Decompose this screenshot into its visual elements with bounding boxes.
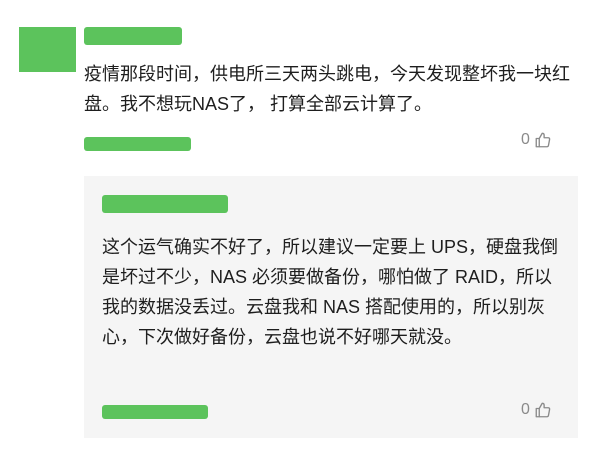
reply-meta <box>102 405 208 419</box>
reply-like-button[interactable]: 0 <box>521 401 552 419</box>
thumbs-up-icon <box>534 401 552 419</box>
thumbs-up-icon <box>534 131 552 149</box>
reply-username[interactable] <box>102 195 228 213</box>
reply-box: 这个运气确实不好了，所以建议一定要上 UPS，硬盘我倒是坏过不少，NAS 必须要… <box>84 176 578 438</box>
reply-text: 这个运气确实不好了，所以建议一定要上 UPS，硬盘我倒是坏过不少，NAS 必须要… <box>102 237 559 347</box>
comment-meta <box>84 137 191 151</box>
reply-like-count: 0 <box>521 401 530 418</box>
comment-like-count: 0 <box>521 131 530 148</box>
comment-username[interactable] <box>84 27 182 45</box>
comment-avatar[interactable] <box>19 27 76 72</box>
comment-like-button[interactable]: 0 <box>521 131 552 149</box>
comment-text: 疫情那段时间，供电所三天两头跳电，今天发现整坏我一块红盘。我不想玩NAS了， 打… <box>84 64 570 114</box>
